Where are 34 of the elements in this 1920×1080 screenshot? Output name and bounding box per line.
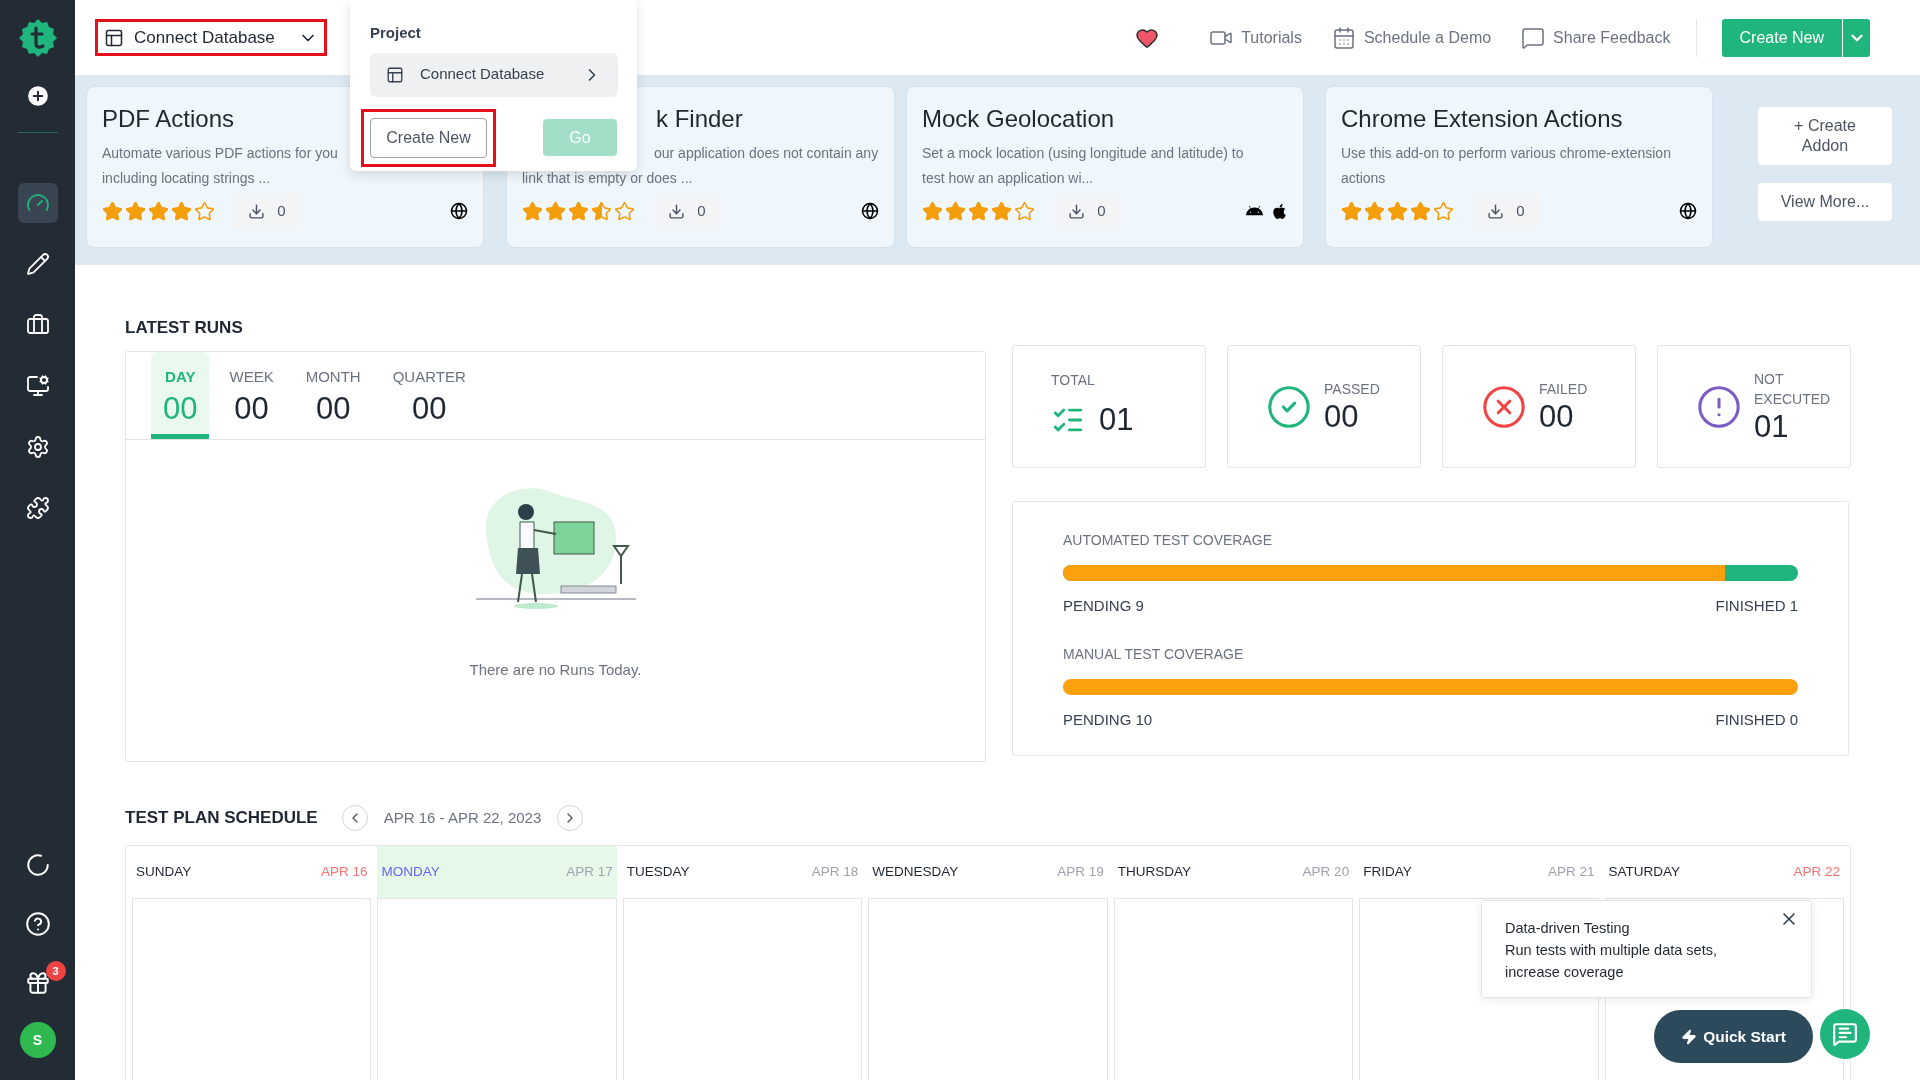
addon-description: test how an application wi... — [922, 169, 1095, 188]
addon-description: Automate various PDF actions for you — [102, 144, 339, 163]
addon-title: Mock Geolocation — [922, 104, 1116, 134]
coverage-label: MANUAL TEST COVERAGE — [1063, 644, 1245, 664]
coverage-label: AUTOMATED TEST COVERAGE — [1063, 531, 1273, 550]
tip-title: Data-driven Testing — [1505, 919, 1631, 938]
menu-heading: Project — [370, 23, 422, 43]
stat-card: NOT EXECUTED 01 — [1657, 345, 1851, 468]
pending-count: PENDING 10 — [1063, 709, 1153, 730]
addon-description: our application does not contain any — [654, 144, 879, 163]
stat-card: TOTAL 01 — [1012, 345, 1206, 468]
stat-card: FAILED 00 — [1442, 345, 1636, 468]
empty-message: There are no Runs Today. — [469, 660, 642, 680]
addon-title: Chrome Extension Actions — [1341, 104, 1624, 134]
section-title: LATEST RUNS — [125, 317, 244, 339]
addon-description: Set a mock location (using longitude and latitude) to — [922, 144, 1245, 163]
stat-card: PASSED 00 — [1227, 345, 1421, 468]
addon-description: link that is empty or does ... — [522, 169, 694, 188]
notification-badge: 3 — [45, 961, 66, 981]
download-number: 0 — [1516, 200, 1525, 221]
addon-description: including locating strings ... — [102, 169, 272, 188]
section-title: TEST PLAN SCHEDULE — [125, 807, 318, 830]
tip-text: Run tests with multiple data sets, increase coverage — [1505, 941, 1718, 982]
download-number: 0 — [697, 200, 706, 221]
addon-title: PDF Actions — [102, 104, 236, 134]
addon-title: k Finder — [655, 104, 744, 134]
date-range: APR 16 - APR 22, 2023 — [383, 807, 542, 828]
addon-description: actions — [1341, 169, 1387, 188]
download-number: 0 — [277, 200, 286, 221]
pending-count: PENDING 9 — [1063, 596, 1144, 616]
finished-count: FINISHED 1 — [1715, 596, 1798, 616]
download-number: 0 — [1097, 200, 1106, 221]
addon-description: Use this add-on to perform various chrome-extension — [1341, 144, 1672, 163]
finished-count: FINISHED 0 — [1715, 709, 1798, 730]
